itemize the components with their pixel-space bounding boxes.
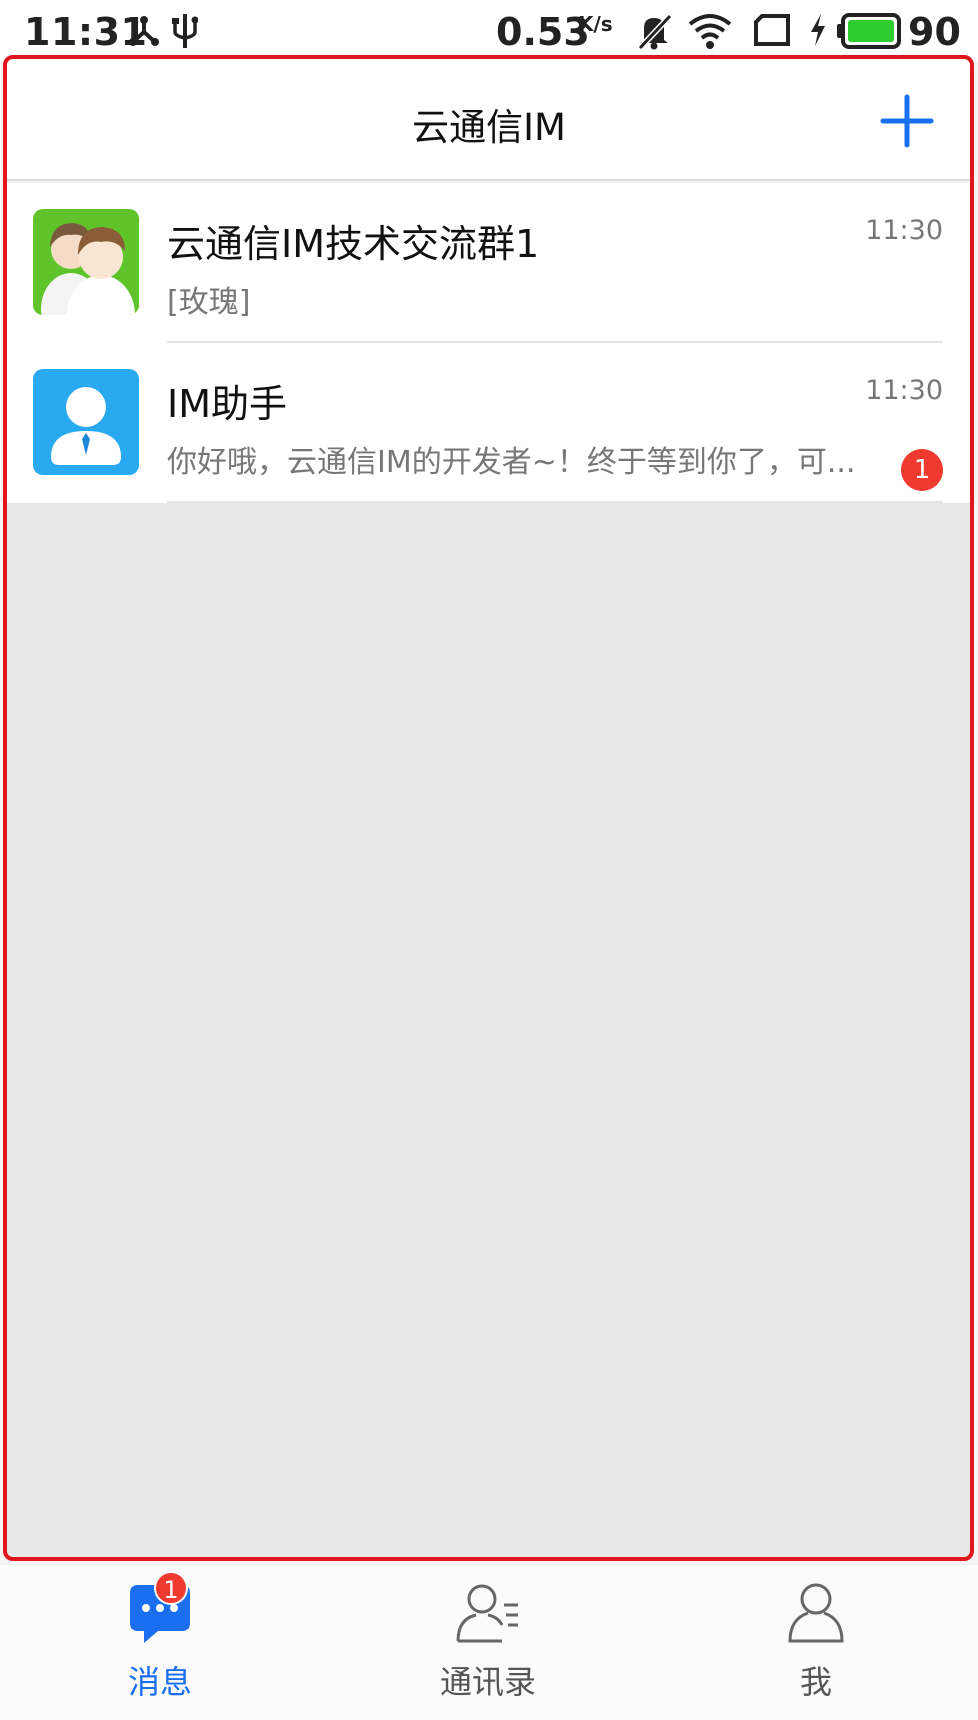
battery-icon <box>836 12 902 54</box>
tab-me[interactable]: 我 <box>716 1565 916 1720</box>
conversation-time: 11:30 <box>865 375 943 406</box>
add-button[interactable] <box>879 93 935 149</box>
conversation-list: 云通信IM技术交流群1 11:30 [玫瑰] IM助手 11:30 你好哦，云通… <box>7 183 971 503</box>
usb-icon <box>172 12 199 54</box>
navigation-bar: 云通信IM <box>7 59 971 181</box>
conversation-time: 11:30 <box>865 215 943 246</box>
network-speed: 0.53 <box>496 10 590 54</box>
screen-rotate-icon <box>752 12 792 52</box>
conversation-item-assistant[interactable]: IM助手 11:30 你好哦，云通信IM的开发者~！终于等到你了，可... 1 <box>7 343 971 503</box>
bell-muted-icon <box>636 12 673 54</box>
bottom-tab-bar: 1 消息 通讯录 我 <box>0 1565 978 1720</box>
tab-unread-badge: 1 <box>154 1571 188 1605</box>
app-screen: 11:31 0.53 K/s 90 云通信IM 云通信IM技术交流群1 11:3… <box>0 0 978 1720</box>
network-speed-unit: K/s <box>578 12 613 36</box>
plus-icon <box>880 94 934 148</box>
tab-contacts[interactable]: 通讯录 <box>388 1565 588 1720</box>
battery-level: 90 <box>908 10 961 54</box>
tab-label: 通讯录 <box>439 1663 536 1701</box>
conversation-item-group[interactable]: 云通信IM技术交流群1 11:30 [玫瑰] <box>7 183 971 343</box>
group-avatar-icon <box>33 209 139 315</box>
conversation-title: 云通信IM技术交流群1 <box>167 222 540 266</box>
tab-label: 我 <box>799 1663 832 1701</box>
profile-icon <box>782 1579 850 1647</box>
tab-messages[interactable]: 1 消息 <box>60 1565 260 1720</box>
assistant-avatar-icon <box>33 369 139 475</box>
conversation-title: IM助手 <box>167 382 287 426</box>
empty-list-area <box>7 503 971 1557</box>
wifi-icon <box>688 12 732 54</box>
unread-badge: 1 <box>901 449 943 491</box>
conversation-preview: [玫瑰] <box>167 285 251 320</box>
charging-icon <box>808 12 828 52</box>
status-bar: 11:31 0.53 K/s 90 <box>0 0 978 62</box>
page-title: 云通信IM <box>412 106 566 149</box>
tab-label: 消息 <box>127 1663 192 1701</box>
share-icon <box>128 12 160 52</box>
contacts-icon <box>454 1579 522 1647</box>
conversation-preview: 你好哦，云通信IM的开发者~！终于等到你了，可... <box>167 445 856 480</box>
